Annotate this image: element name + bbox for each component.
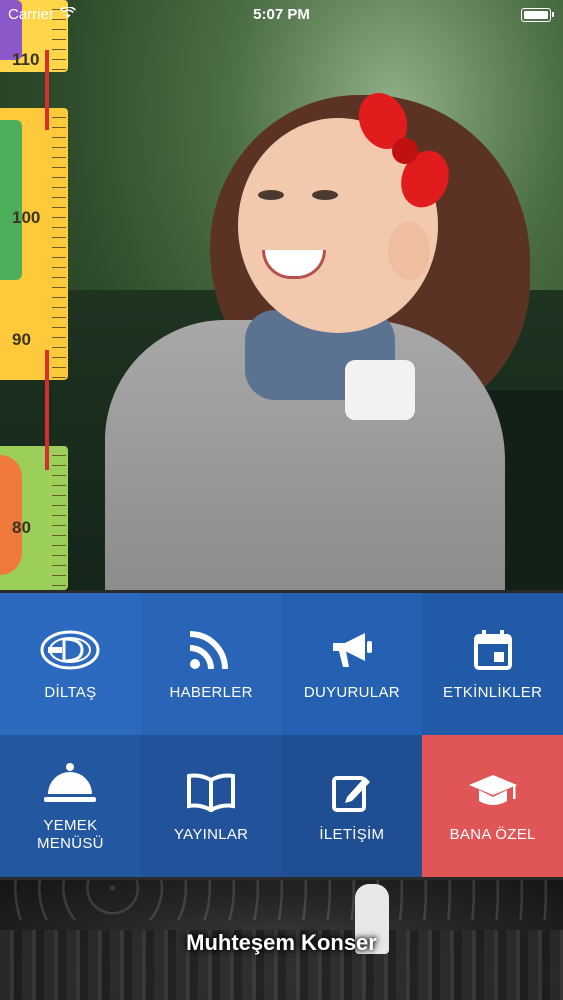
- ruler-number: 80: [12, 518, 31, 537]
- hair-bow-knot: [392, 138, 418, 164]
- tile-label: DUYURULAR: [303, 684, 400, 701]
- tile-diltas[interactable]: DİLTAŞ: [0, 593, 141, 735]
- book-icon: [181, 768, 241, 816]
- tile-label: YAYINLAR: [173, 826, 249, 843]
- featured-banner[interactable]: Muhteşem Konser: [0, 880, 563, 1000]
- status-time: 5:07 PM: [253, 6, 310, 23]
- tile-label: BANA ÖZEL: [449, 826, 536, 843]
- ruler-tab: [0, 120, 22, 280]
- stage-lights: [0, 880, 563, 920]
- hero-image: 110 100 90 80: [0, 0, 563, 590]
- calendar-icon: [463, 626, 523, 674]
- ruler-number: 90: [12, 330, 31, 349]
- tile-label: İLETİŞİM: [319, 826, 385, 843]
- ruler-tab: [0, 455, 22, 575]
- rss-icon: [181, 626, 241, 674]
- ruler-bar: [45, 50, 49, 130]
- tile-label: DİLTAŞ: [44, 684, 97, 701]
- megaphone-icon: [322, 626, 382, 674]
- ruler-bar: [45, 350, 49, 470]
- girl-eye: [258, 190, 284, 200]
- tile-label: YEMEK MENÜSÜ: [36, 817, 104, 852]
- tile-bana-ozel[interactable]: BANA ÖZEL: [422, 735, 563, 877]
- ruler-number: 110: [12, 50, 40, 69]
- tile-label: HABERLER: [169, 684, 253, 701]
- edit-icon: [322, 768, 382, 816]
- tile-label: ETKİNLİKLER: [443, 684, 543, 701]
- food-cloche-icon: [40, 759, 100, 807]
- status-bar: Carrier 5:07 PM: [0, 0, 563, 30]
- ruler-number: 100: [12, 208, 41, 227]
- main-menu-grid: DİLTAŞ HABERLER DUYURULAR ETKİNLİKLER YE…: [0, 593, 563, 877]
- banner-title: Muhteşem Konser: [186, 930, 377, 955]
- tile-yemek-menusu[interactable]: YEMEK MENÜSÜ: [0, 735, 141, 877]
- tile-duyurular[interactable]: DUYURULAR: [281, 593, 423, 735]
- tile-haberler[interactable]: HABERLER: [140, 593, 282, 735]
- battery-icon: [521, 8, 554, 22]
- graduation-cap-icon: [463, 768, 523, 816]
- diltas-logo-icon: [40, 626, 100, 674]
- girl-eye: [312, 190, 338, 200]
- tile-iletisim[interactable]: İLETİŞİM: [281, 735, 423, 877]
- girl-ear: [388, 222, 430, 280]
- girl-shirt: [345, 360, 415, 420]
- height-ruler: 110 100 90 80: [0, 0, 70, 590]
- tile-etkinlikler[interactable]: ETKİNLİKLER: [422, 593, 563, 735]
- tile-yayinlar[interactable]: YAYINLAR: [140, 735, 282, 877]
